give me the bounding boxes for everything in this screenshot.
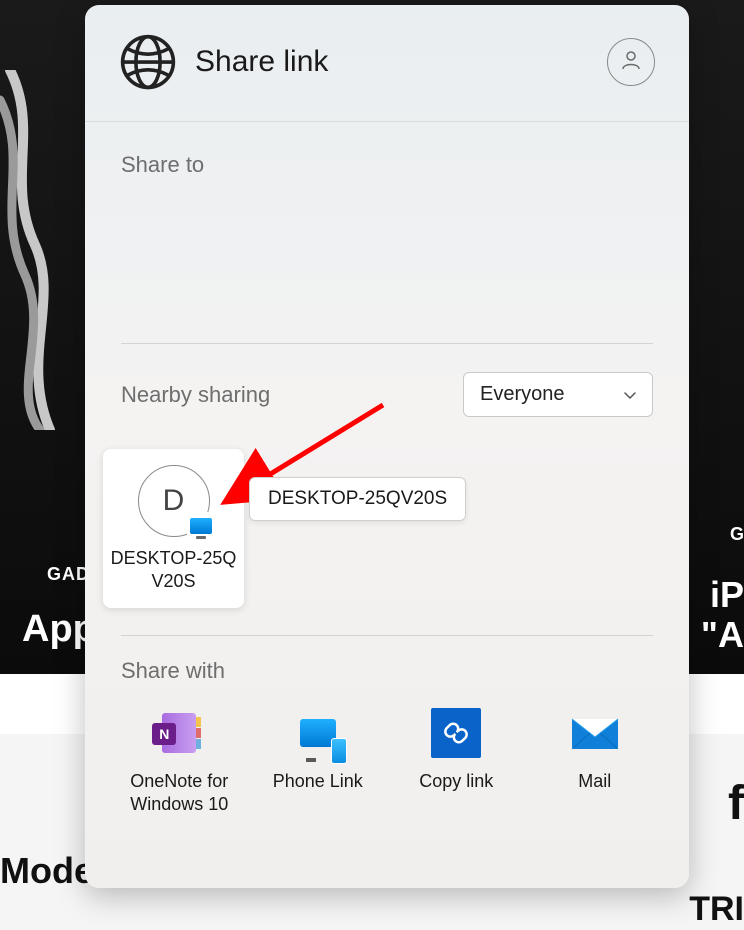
share-to-section: Share to bbox=[85, 122, 689, 343]
header-left: Share link bbox=[119, 33, 328, 91]
globe-icon bbox=[119, 33, 177, 91]
dropdown-value: Everyone bbox=[480, 383, 565, 406]
facebook-icon-fragment: f bbox=[728, 776, 744, 831]
person-icon bbox=[619, 48, 643, 77]
share-with-section: Share with bbox=[85, 636, 689, 684]
bg-text-g2: G bbox=[730, 524, 744, 545]
copy-link-icon bbox=[431, 708, 481, 758]
bg-text-ip: iP bbox=[710, 574, 744, 616]
account-button[interactable] bbox=[607, 38, 655, 86]
nearby-sharing-label: Nearby sharing bbox=[121, 382, 270, 408]
device-tooltip: DESKTOP-25QV20S bbox=[249, 477, 466, 521]
nearby-devices-area: D DESKTOP-25Q V20S DESKTOP-25QV20S bbox=[85, 435, 689, 635]
monitor-badge-icon bbox=[187, 512, 215, 540]
app-label: Mail bbox=[578, 770, 611, 793]
share-dialog: Share link Share to Nearby sharing Every… bbox=[85, 5, 689, 888]
app-label: Copy link bbox=[419, 770, 493, 793]
nearby-visibility-dropdown[interactable]: Everyone bbox=[463, 372, 653, 417]
app-label: OneNote for Windows 10 bbox=[115, 770, 244, 817]
app-copy-link[interactable]: Copy link bbox=[392, 708, 521, 817]
share-with-label: Share with bbox=[121, 658, 653, 684]
device-label: DESKTOP-25Q V20S bbox=[111, 547, 237, 594]
app-phone-link[interactable]: Phone Link bbox=[254, 708, 383, 817]
bg-text-a-quote: "A bbox=[701, 614, 744, 656]
onenote-icon: N bbox=[154, 708, 204, 758]
background-decoration bbox=[0, 70, 86, 430]
dialog-title: Share link bbox=[195, 45, 328, 79]
device-initial: D bbox=[163, 484, 185, 518]
phone-link-icon bbox=[293, 708, 343, 758]
app-mail[interactable]: Mail bbox=[531, 708, 660, 817]
app-onenote[interactable]: N OneNote for Windows 10 bbox=[115, 708, 244, 817]
share-to-label: Share to bbox=[121, 152, 653, 178]
app-label: Phone Link bbox=[273, 770, 363, 793]
bg-text-tri: TRI bbox=[689, 890, 744, 929]
mail-icon bbox=[570, 708, 620, 758]
bg-text-gadget: GAD bbox=[47, 564, 90, 585]
device-avatar: D bbox=[138, 465, 210, 537]
nearby-sharing-row: Nearby sharing Everyone bbox=[85, 344, 689, 435]
share-to-content bbox=[121, 178, 653, 343]
chevron-down-icon bbox=[622, 387, 638, 403]
share-apps-row: N OneNote for Windows 10 Phone Link Copy… bbox=[85, 684, 689, 817]
nearby-device-tile[interactable]: D DESKTOP-25Q V20S bbox=[103, 449, 244, 608]
dialog-header: Share link bbox=[85, 5, 689, 122]
